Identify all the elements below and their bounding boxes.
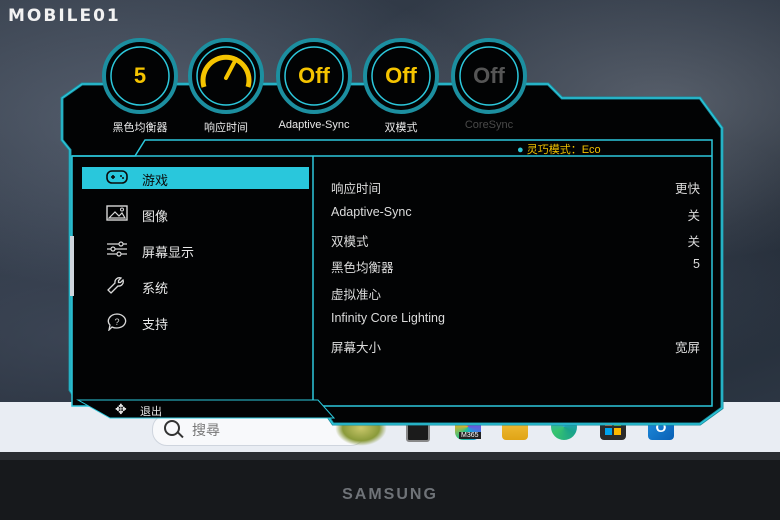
setting-row-black-equalizer[interactable]: 黑色均衡器 5 — [331, 257, 700, 275]
setting-value: 宽屏 — [674, 341, 700, 355]
gamepad-icon — [106, 169, 128, 187]
help-icon: ? — [106, 313, 128, 332]
dial-response-time — [188, 38, 264, 114]
dial-value-coresync: Off — [473, 63, 505, 88]
smart-mode-status: ● 灵巧模式：Eco — [517, 141, 601, 157]
setting-name: Adaptive-Sync — [331, 205, 412, 219]
svg-text:?: ? — [114, 317, 119, 327]
menu-label-system: 系统 — [142, 281, 169, 296]
menu-item-picture[interactable]: 图像 — [82, 203, 309, 225]
setting-row-virtual-crosshair[interactable]: 虚拟准心 — [331, 284, 700, 302]
setting-name: 双模式 — [331, 235, 369, 249]
dial-value-dual-mode: Off — [385, 63, 417, 88]
setting-name: 屏幕大小 — [331, 341, 382, 355]
setting-name: Infinity Core Lighting — [331, 311, 445, 325]
dial-label-coresync: CoreSync — [464, 119, 514, 131]
menu-item-osd[interactable]: 屏幕显示 — [82, 239, 309, 261]
setting-row-dual-mode[interactable]: 双模式 关 — [331, 231, 700, 249]
setting-value: 关 — [687, 235, 700, 249]
status-dot-icon: ● — [517, 144, 524, 156]
setting-row-screen-size[interactable]: 屏幕大小 宽屏 — [331, 337, 700, 355]
menu-label-support: 支持 — [142, 317, 169, 332]
exit-button[interactable]: 退出 — [140, 403, 162, 419]
menu-item-support[interactable]: ? 支持 — [82, 311, 309, 333]
dial-value-adaptive-sync: Off — [298, 63, 330, 88]
menu-item-system[interactable]: 系统 — [82, 275, 309, 297]
dial-value-black-equalizer: 5 — [133, 63, 147, 88]
setting-name: 黑色均衡器 — [331, 261, 394, 275]
smart-mode-text: 灵巧模式：Eco — [526, 144, 601, 156]
setting-value: 更快 — [674, 182, 700, 196]
setting-row-infinity-core-lighting[interactable]: Infinity Core Lighting — [331, 311, 700, 329]
setting-name: 虚拟准心 — [331, 288, 382, 302]
setting-name: 响应时间 — [331, 182, 382, 196]
setting-value: 5 — [693, 257, 700, 271]
menu-label-game: 游戏 — [142, 173, 169, 188]
setting-row-adaptive-sync[interactable]: Adaptive-Sync 关 — [331, 205, 700, 223]
sliders-icon — [106, 241, 128, 259]
joystick-icon: ✥ — [115, 401, 127, 417]
setting-row-response-time[interactable]: 响应时间 更快 — [331, 178, 700, 196]
wrench-icon — [106, 277, 128, 295]
setting-value: 关 — [687, 209, 700, 223]
menu-label-picture: 图像 — [142, 209, 169, 224]
menu-item-game[interactable]: 游戏 — [82, 167, 309, 189]
picture-icon — [106, 205, 128, 223]
menu-label-osd: 屏幕显示 — [142, 245, 195, 260]
